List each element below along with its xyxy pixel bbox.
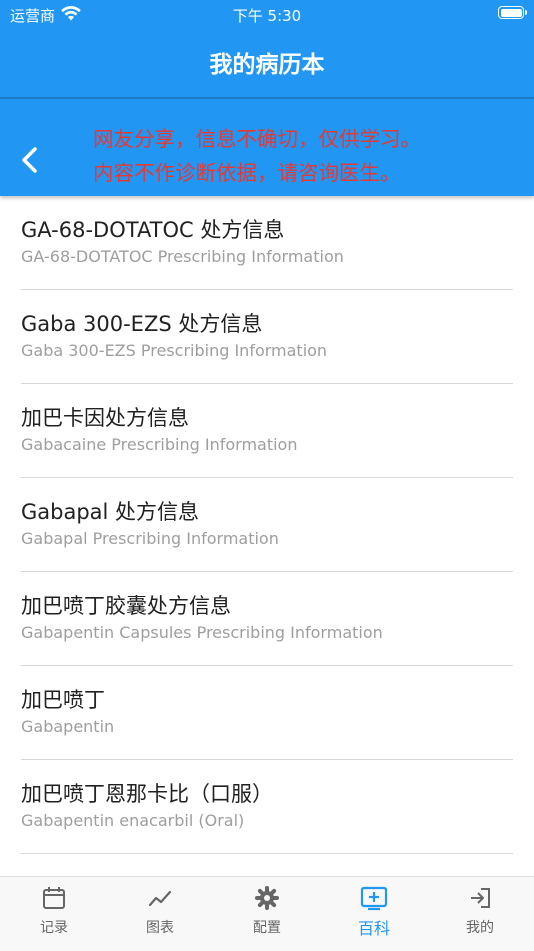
item-subtitle: Gaba 300-EZS Prescribing Information bbox=[21, 341, 328, 360]
item-subtitle: Gabapentin enacarbil (Oral) bbox=[21, 811, 245, 830]
item-title: 加巴喷丁胶囊处方信息 bbox=[21, 594, 231, 618]
item-subtitle: Gabapentin bbox=[21, 717, 115, 736]
bottom-tab-bar: 记录 图表 配置 百科 我的 bbox=[0, 876, 534, 951]
tab-label: 百科 bbox=[357, 919, 390, 938]
status-time: 下午 5:30 bbox=[232, 7, 302, 25]
list-item[interactable]: Gaba 300-EZS 处方信息 Gaba 300-EZS Prescribi… bbox=[21, 290, 513, 384]
gear-icon bbox=[255, 886, 279, 910]
tab-label: 图表 bbox=[146, 920, 174, 936]
tab-charts[interactable]: 图表 bbox=[120, 885, 200, 937]
item-title: 加巴喷丁 bbox=[21, 688, 105, 712]
list-item[interactable]: 加巴卡因处方信息 Gabacaine Prescribing Informati… bbox=[21, 384, 513, 478]
calendar-icon bbox=[43, 887, 65, 909]
item-title: Gaba 300-EZS 处方信息 bbox=[21, 312, 263, 336]
tab-records[interactable]: 记录 bbox=[14, 885, 94, 937]
tab-label: 我的 bbox=[466, 920, 494, 936]
back-chevron-icon[interactable] bbox=[10, 140, 50, 180]
status-bar: 运营商 下午 5:30 bbox=[0, 0, 534, 28]
item-subtitle: Gabapentin Capsules Prescribing Informat… bbox=[21, 623, 383, 642]
battery-icon bbox=[498, 6, 527, 19]
item-title: Gabapal 处方信息 bbox=[21, 500, 200, 524]
list-item[interactable]: 加巴喷丁 Gabapentin bbox=[21, 666, 513, 760]
header-divider bbox=[0, 97, 534, 99]
list-item[interactable]: 加巴喷丁恩那卡比（口服） Gabapentin enacarbil (Oral) bbox=[21, 760, 513, 854]
add-box-icon bbox=[360, 886, 388, 911]
item-subtitle: Gabacaine Prescribing Information bbox=[21, 435, 298, 454]
list-item[interactable]: 加巴喷丁胶囊处方信息 Gabapentin Capsules Prescribi… bbox=[21, 572, 513, 666]
item-title: GA-68-DOTATOC 处方信息 bbox=[21, 218, 285, 242]
disclaimer-notice: 网友分享，信息不确切，仅供学习。 内容不作诊断依据，请咨询医生。 bbox=[93, 122, 421, 190]
login-icon bbox=[471, 888, 490, 908]
disclaimer-line-1: 网友分享，信息不确切，仅供学习。 bbox=[93, 127, 421, 151]
page-title: 我的病历本 bbox=[209, 52, 325, 78]
drug-list: GA-68-DOTATOC 处方信息 GA-68-DOTATOC Prescri… bbox=[21, 196, 513, 854]
item-title: 加巴喷丁恩那卡比（口服） bbox=[21, 782, 273, 806]
disclaimer-line-2: 内容不作诊断依据，请咨询医生。 bbox=[93, 161, 401, 185]
chart-line-icon bbox=[148, 890, 172, 907]
tab-profile[interactable]: 我的 bbox=[440, 885, 520, 937]
tab-label: 配置 bbox=[253, 920, 281, 936]
item-title: 加巴卡因处方信息 bbox=[21, 406, 189, 430]
header: 运营商 下午 5:30 我的病历本 网友分享，信息不确切，仅供学习。 内容不作诊… bbox=[0, 0, 534, 196]
list-item[interactable]: Gabapal 处方信息 Gabapal Prescribing Informa… bbox=[21, 478, 513, 572]
tab-settings[interactable]: 配置 bbox=[227, 885, 307, 937]
tab-label: 记录 bbox=[40, 920, 68, 936]
list-item[interactable]: GA-68-DOTATOC 处方信息 GA-68-DOTATOC Prescri… bbox=[21, 196, 513, 290]
tab-encyclopedia[interactable]: 百科 bbox=[334, 885, 414, 939]
item-subtitle: Gabapal Prescribing Information bbox=[21, 529, 279, 548]
item-subtitle: GA-68-DOTATOC Prescribing Information bbox=[21, 247, 344, 266]
